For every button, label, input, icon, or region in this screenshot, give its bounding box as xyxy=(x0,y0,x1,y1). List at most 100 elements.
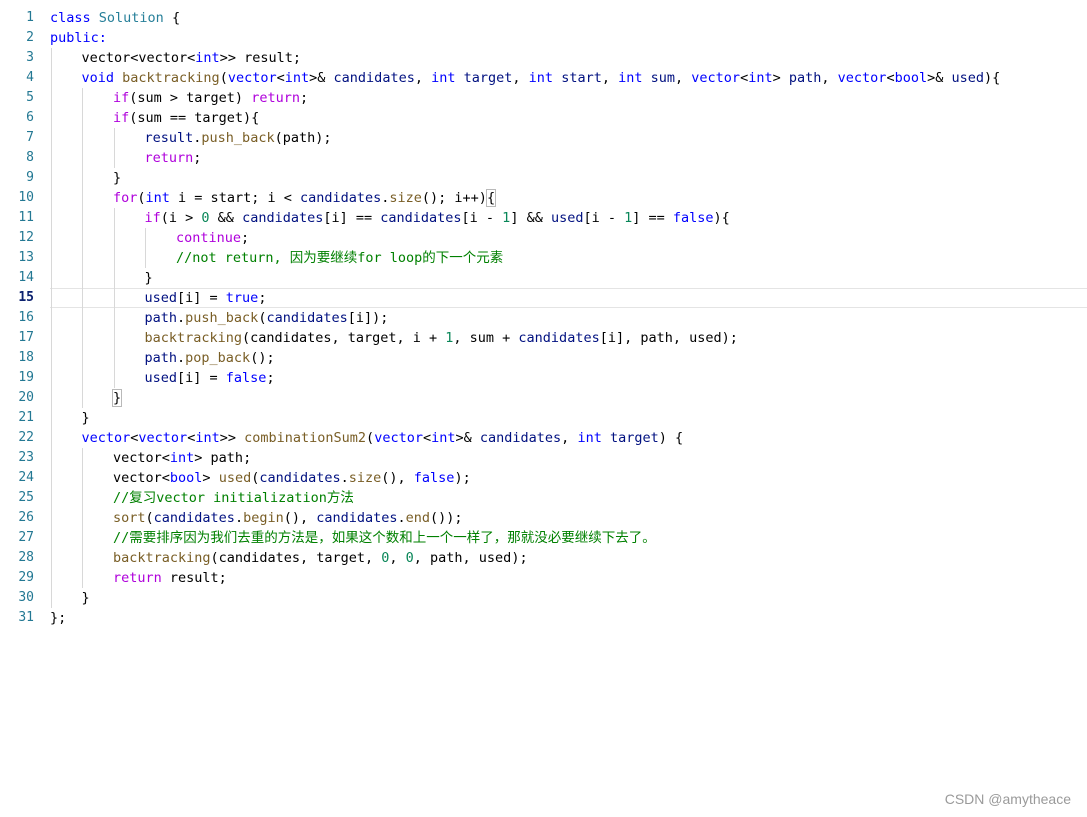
code-token: >> xyxy=(219,430,245,446)
code-line[interactable]: 3 vector<vector<int>> result; xyxy=(0,48,1087,68)
code-text: path.push_back(candidates[i]); xyxy=(50,308,389,328)
code-token: candidates xyxy=(259,470,341,486)
code-token: //复习vector initialization方法 xyxy=(113,490,354,506)
code-line[interactable]: 19 used[i] = false; xyxy=(0,368,1087,388)
code-token: ] == xyxy=(632,210,673,226)
code-line[interactable]: 22 vector<vector<int>> combinationSum2(ve… xyxy=(0,428,1087,448)
code-text: } xyxy=(50,588,90,608)
line-number: 17 xyxy=(18,330,34,345)
code-token: int xyxy=(145,190,170,206)
code-token: (), xyxy=(283,510,317,526)
code-token: ){ xyxy=(713,210,730,226)
code-text: continue; xyxy=(50,228,249,248)
code-token: (); xyxy=(250,350,275,366)
code-line[interactable]: 27 //需要排序因为我们去重的方法是，如果这个数和上一个一样了，那就没必要继续下… xyxy=(0,528,1087,548)
code-token: void xyxy=(81,70,115,86)
code-token: } xyxy=(113,170,122,186)
line-number: 8 xyxy=(26,150,34,165)
code-token: int xyxy=(577,430,602,446)
code-editor[interactable]: 1 class Solution {2 public: 3 vector<vector<… xyxy=(0,8,1087,628)
code-line[interactable]: 18 path.pop_back(); xyxy=(0,348,1087,368)
line-number: 18 xyxy=(18,350,34,365)
code-line[interactable]: 1 class Solution { xyxy=(0,8,1087,28)
code-line[interactable]: 14} xyxy=(0,268,1087,288)
code-token: target xyxy=(463,70,513,86)
code-line[interactable]: 8 return; xyxy=(0,148,1087,168)
code-token: [i] == xyxy=(323,210,381,226)
line-number: 15 xyxy=(18,290,34,305)
code-token: true xyxy=(225,290,259,306)
code-token: [i] = xyxy=(177,290,226,306)
line-number: 3 xyxy=(26,50,34,65)
code-token: push_back xyxy=(185,310,259,326)
code-line[interactable]: 26 sort(candidates.begin(), candidates.en… xyxy=(0,508,1087,528)
line-number: 22 xyxy=(18,430,34,445)
code-line[interactable]: 25 //复习vector initialization方法 xyxy=(0,488,1087,508)
code-token: used xyxy=(144,290,178,306)
code-line[interactable]: 31}; xyxy=(0,608,1087,628)
code-token: result; xyxy=(161,570,227,586)
code-text: vector<bool> used(candidates.size(), fal… xyxy=(50,468,471,488)
line-number: 11 xyxy=(18,210,34,225)
code-token: ; xyxy=(266,370,275,386)
code-text: } xyxy=(50,408,90,428)
code-token: pop_back xyxy=(185,350,251,366)
code-token: (sum > target) xyxy=(129,90,252,106)
code-token: . xyxy=(177,310,186,326)
code-line[interactable]: 7 result.push_back(path); xyxy=(0,128,1087,148)
code-token: if xyxy=(113,90,130,106)
code-token: if xyxy=(144,210,161,226)
code-token: int xyxy=(748,70,773,86)
code-line[interactable]: 6 if(sum == target){ xyxy=(0,108,1087,128)
code-token: candidates xyxy=(153,510,235,526)
code-line[interactable]: 11 if(i > 0 && candidates[i] == candidate… xyxy=(0,208,1087,228)
code-token: bool xyxy=(169,470,203,486)
code-line[interactable]: 21} xyxy=(0,408,1087,428)
line-number: 2 xyxy=(26,30,34,45)
code-line[interactable]: 24 vector<bool> used(candidates.size(), f… xyxy=(0,468,1087,488)
line-number: 6 xyxy=(26,110,34,125)
code-token: vector< xyxy=(113,470,170,486)
code-token: < xyxy=(422,430,432,446)
code-line[interactable]: 9} xyxy=(0,168,1087,188)
code-text: public: xyxy=(50,28,107,48)
code-token: return xyxy=(144,150,194,166)
code-token: false xyxy=(413,470,455,486)
code-token: used xyxy=(218,470,252,486)
code-line[interactable]: 2 public: xyxy=(0,28,1087,48)
code-token: ( xyxy=(366,430,375,446)
code-token: (i > xyxy=(160,210,202,226)
line-number: 1 xyxy=(26,10,34,25)
code-text: vector<vector<int>> result; xyxy=(50,48,301,68)
code-line[interactable]: 4 void backtracking(vector<int>& candidat… xyxy=(0,68,1087,88)
code-token: } xyxy=(81,410,90,426)
code-token: used xyxy=(144,370,178,386)
code-line[interactable]: 30} xyxy=(0,588,1087,608)
line-number: 29 xyxy=(18,570,34,585)
code-token: candidates xyxy=(479,430,562,446)
code-token: for xyxy=(113,190,138,206)
code-line[interactable]: 28 backtracking(candidates, target, 0, 0,… xyxy=(0,548,1087,568)
code-line[interactable]: 15 used[i] = true; xyxy=(18,288,1087,308)
code-line[interactable]: 5 if(sum > target) return; xyxy=(0,88,1087,108)
code-line[interactable]: 20} xyxy=(0,388,1087,408)
code-line[interactable]: 16 path.push_back(candidates[i]); xyxy=(0,308,1087,328)
code-token: > path; xyxy=(194,450,252,466)
code-line[interactable]: 17 backtracking(candidates, target, i + 1… xyxy=(0,328,1087,348)
code-text: } xyxy=(50,388,123,408)
line-number: 16 xyxy=(18,310,34,325)
code-line[interactable]: 10 for(int i = start; i < candidates.size… xyxy=(0,188,1087,208)
code-line[interactable]: 13 //not return, 因为要继续for loop的下一个元素 xyxy=(0,248,1087,268)
code-token: (); i++) xyxy=(421,190,487,206)
code-token: , xyxy=(414,70,432,86)
code-line[interactable]: 12 continue; xyxy=(0,228,1087,248)
code-line[interactable]: 29 return result; xyxy=(0,568,1087,588)
code-token: vector xyxy=(227,70,277,86)
line-number: 13 xyxy=(18,250,34,265)
line-number: 25 xyxy=(18,490,34,505)
code-text: return; xyxy=(50,148,202,168)
code-line[interactable]: 23 vector<int> path; xyxy=(0,448,1087,468)
